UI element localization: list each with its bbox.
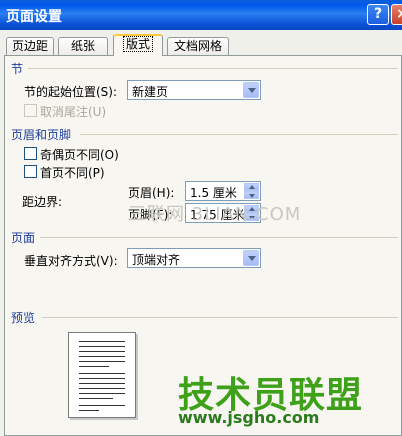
spin-down-icon[interactable] (244, 191, 259, 199)
preview-text-line (79, 398, 113, 399)
spin-up-icon[interactable] (244, 183, 259, 191)
tab-label: 页边距 (11, 39, 48, 53)
header-distance-value: 1.5 厘米 (190, 186, 237, 200)
divider (28, 68, 398, 69)
preview-text-line (79, 341, 125, 342)
header-distance-label: 页眉(H): (128, 186, 175, 200)
preview-text-line (79, 393, 125, 394)
preview-text-line (79, 373, 125, 374)
vertical-align-value: 顶端对齐 (132, 253, 181, 267)
tab-layout[interactable]: 版式 (113, 34, 163, 56)
section-start-select[interactable]: 新建页 (127, 80, 261, 100)
close-button[interactable]: × (391, 4, 402, 25)
preview-text-line (79, 366, 109, 367)
divider (42, 317, 398, 318)
preview-text-line (79, 361, 125, 362)
odd-even-different-label: 奇偶页不同(O) (40, 148, 119, 162)
preview-text-line (79, 346, 125, 347)
divider (40, 237, 398, 238)
preview-page-thumbnail (68, 332, 136, 418)
section-heading-section: 节 (11, 62, 24, 76)
tab-document-grid[interactable]: 文档网格 (167, 37, 229, 55)
tab-margins[interactable]: 页边距 (6, 37, 54, 55)
watermark-url: www.jsgho.com (178, 408, 320, 427)
section-heading-preview: 预览 (11, 311, 36, 325)
preview-text-line (79, 356, 125, 357)
preview-text-line (79, 388, 125, 389)
preview-text-line (79, 410, 99, 411)
tab-paper[interactable]: 纸张 (58, 37, 108, 55)
section-heading-header-footer: 页眉和页脚 (11, 128, 72, 142)
section-start-label: 节的起始位置(S): (24, 85, 118, 99)
vertical-align-label: 垂直对齐方式(V): (24, 254, 118, 268)
preview-text-line (79, 351, 125, 352)
tab-label: 纸张 (70, 39, 95, 53)
help-button[interactable]: ? (367, 4, 389, 25)
chevron-down-icon[interactable] (243, 250, 259, 266)
window-title: 页面设置 (6, 9, 62, 25)
tab-label: 版式 (122, 36, 153, 52)
from-edge-label: 距边界: (22, 195, 63, 209)
tab-label: 文档网格 (173, 39, 222, 53)
first-page-different-label: 首页不同(P) (40, 166, 105, 180)
suppress-endnotes-label: 取消尾注(U) (40, 105, 107, 119)
odd-even-different-checkbox[interactable] (24, 147, 37, 160)
preview-text-line (79, 378, 125, 379)
suppress-endnotes-checkbox[interactable] (24, 104, 37, 117)
vertical-align-select[interactable]: 顶端对齐 (127, 248, 261, 268)
watermark-text: 三联网 3LIAN.COM (128, 204, 302, 225)
section-start-value: 新建页 (132, 85, 169, 99)
title-bar: 页面设置 ? × (0, 0, 402, 30)
divider (80, 134, 398, 135)
chevron-down-icon[interactable] (243, 82, 259, 98)
preview-text-line (79, 405, 125, 406)
section-heading-page: 页面 (11, 231, 36, 245)
preview-text-line (79, 383, 125, 384)
header-distance-spinner[interactable]: 1.5 厘米 (185, 181, 261, 201)
first-page-different-checkbox[interactable] (24, 165, 37, 178)
